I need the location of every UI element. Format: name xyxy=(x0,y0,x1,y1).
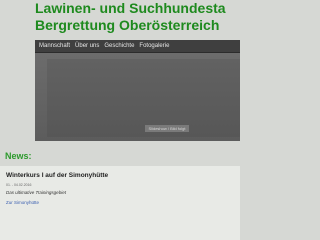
site-title: Lawinen- und Suchhundesta Bergrettung Ob… xyxy=(35,0,240,34)
nav-item-fotogalerie[interactable]: Fotogalerie xyxy=(139,40,169,53)
news-article-title[interactable]: Winterkurs I auf der Simonyhütte xyxy=(6,171,108,180)
hero-footer-strip xyxy=(35,141,240,147)
news-heading: News: xyxy=(5,151,32,161)
nav-item-geschichte[interactable]: Geschichte xyxy=(104,40,134,53)
hero-slideshow: Slideshow / Bild folgt xyxy=(35,53,240,141)
news-article-link[interactable]: Zur Simonyhütte xyxy=(6,200,39,206)
site-title-line-2: Bergrettung Oberösterreich xyxy=(35,17,220,33)
hero-image-frame: Slideshow / Bild folgt xyxy=(47,59,240,137)
page: Lawinen- und Suchhundesta Bergrettung Ob… xyxy=(0,0,240,240)
nav-item-ueber-uns[interactable]: Über uns xyxy=(75,40,99,53)
news-article-date: 01. - 04.02.2016 xyxy=(6,183,32,187)
site-title-line-1: Lawinen- und Suchhundesta xyxy=(35,0,226,16)
hero-placeholder-label: Slideshow / Bild folgt xyxy=(145,125,189,132)
news-article-description: Das ultimative Trainingsgebiet xyxy=(6,190,66,195)
main-navigation: Mannschaft Über uns Geschichte Fotogaler… xyxy=(35,40,240,53)
logo-area xyxy=(0,0,34,40)
nav-item-mannschaft[interactable]: Mannschaft xyxy=(39,40,70,53)
